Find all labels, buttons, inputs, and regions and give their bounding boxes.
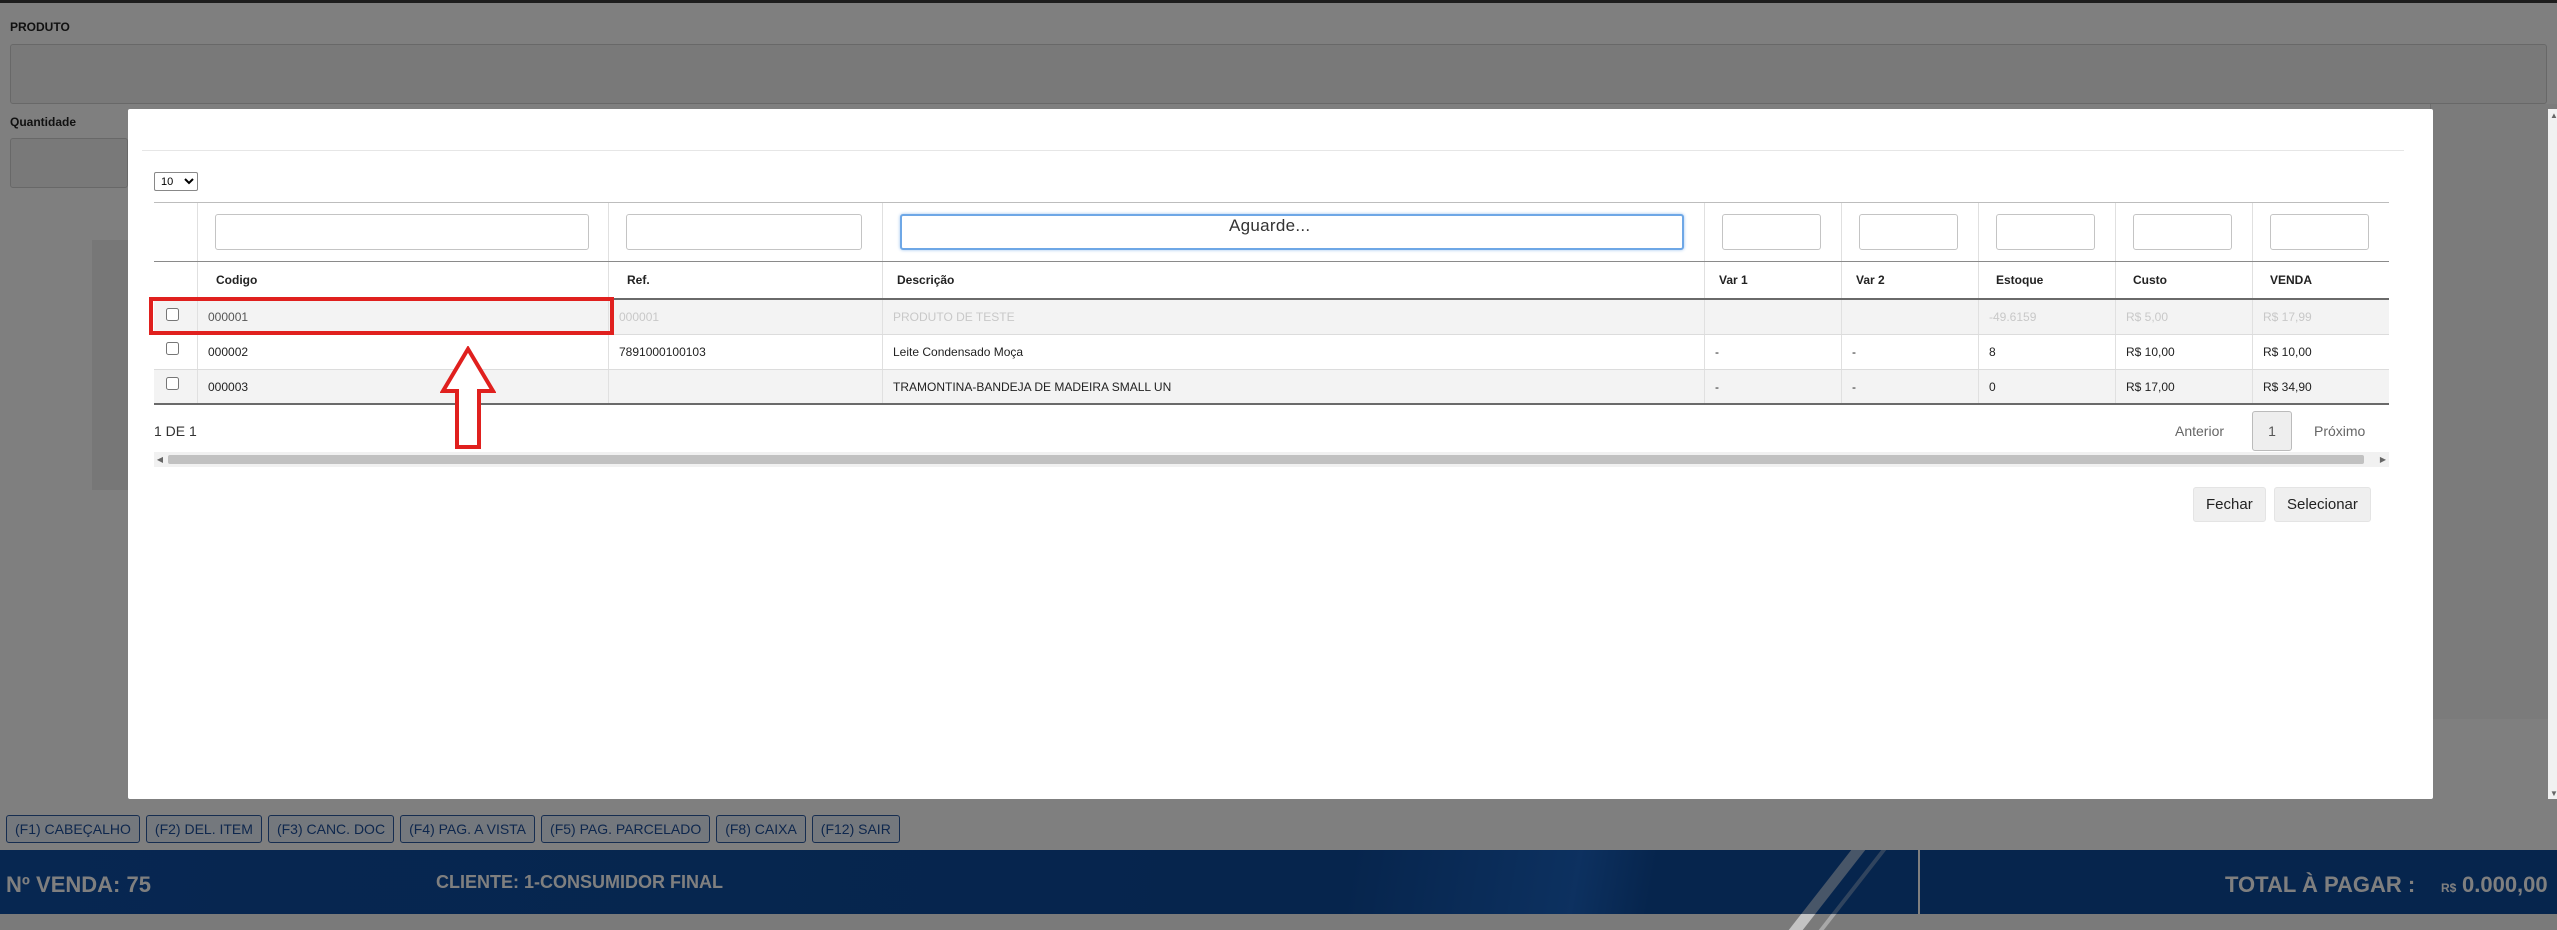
cell-estoque: 8: [1978, 335, 2115, 369]
vertical-scrollbar[interactable]: ▲ ▼: [2548, 109, 2557, 799]
cell-var2: -: [1841, 370, 1978, 403]
header-estoque[interactable]: Estoque: [1978, 262, 2115, 298]
fechar-button[interactable]: Fechar: [2193, 487, 2266, 522]
cell-custo: R$ 10,00: [2115, 335, 2252, 369]
cell-var1: -: [1704, 370, 1841, 403]
header-ref[interactable]: Ref.: [608, 262, 882, 298]
cell-venda: R$ 34,90: [2252, 370, 2389, 403]
row-checkbox[interactable]: [166, 342, 179, 355]
cell-var1: [1704, 300, 1841, 334]
loading-indicator: Aguarde...: [1229, 216, 1311, 235]
scroll-up-icon[interactable]: ▲: [2548, 109, 2557, 121]
scroll-left-icon[interactable]: ◀: [154, 452, 166, 467]
cell-var2: [1841, 300, 1978, 334]
cell-ref: [608, 370, 882, 403]
filter-estoque-input[interactable]: [1996, 214, 2095, 250]
page-size-select[interactable]: 10: [154, 172, 198, 191]
scroll-down-icon[interactable]: ▼: [2548, 787, 2557, 799]
modal-header-divider: [142, 150, 2404, 151]
header-codigo[interactable]: Codigo: [197, 262, 608, 298]
horizontal-scrollbar[interactable]: ◀ ▶: [154, 452, 2389, 467]
filter-ref-input[interactable]: [626, 214, 862, 250]
cell-ref: 7891000100103: [608, 335, 882, 369]
filter-var2-input[interactable]: [1859, 214, 1958, 250]
header-venda[interactable]: VENDA: [2252, 262, 2389, 298]
cell-estoque: 0: [1978, 370, 2115, 403]
header-var2[interactable]: Var 2: [1841, 262, 1978, 298]
row-checkbox[interactable]: [166, 377, 179, 390]
annotation-arrow-up-icon: [440, 346, 496, 449]
scrollbar-thumb[interactable]: [168, 455, 2364, 464]
selecionar-button[interactable]: Selecionar: [2274, 487, 2371, 522]
header-descricao[interactable]: Descrição: [882, 262, 1704, 298]
cell-venda: R$ 10,00: [2252, 335, 2389, 369]
header-var1[interactable]: Var 1: [1704, 262, 1841, 298]
filter-var1-input[interactable]: [1722, 214, 1821, 250]
cell-descricao: Leite Condensado Moça: [882, 335, 1704, 369]
annotation-highlight-box: [149, 297, 614, 335]
product-search-modal: 10 Codigo Ref. Descrição Var 1 Var 2 Est…: [128, 109, 2557, 799]
cell-descricao: PRODUTO DE TESTE: [882, 300, 1704, 334]
header-custo[interactable]: Custo: [2115, 262, 2252, 298]
cell-estoque: -49.6159: [1978, 300, 2115, 334]
cell-venda: R$ 17,99: [2252, 300, 2389, 334]
pagination-page-button[interactable]: 1: [2252, 411, 2292, 451]
grid-header: Codigo Ref. Descrição Var 1 Var 2 Estoqu…: [154, 262, 2389, 300]
cell-ref: 000001: [608, 300, 882, 334]
cell-custo: R$ 17,00: [2115, 370, 2252, 403]
filter-venda-input[interactable]: [2270, 214, 2369, 250]
pagination-prev-button[interactable]: Anterior: [2175, 423, 2224, 439]
filter-codigo-input[interactable]: [215, 214, 589, 250]
scroll-right-icon[interactable]: ▶: [2377, 452, 2389, 467]
filter-custo-input[interactable]: [2133, 214, 2232, 250]
pagination-info: 1 DE 1: [154, 423, 197, 439]
cell-var1: -: [1704, 335, 1841, 369]
cell-custo: R$ 5,00: [2115, 300, 2252, 334]
cell-codigo: 000003: [197, 370, 608, 403]
pagination-next-button[interactable]: Próximo: [2314, 423, 2365, 439]
cell-codigo: 000002: [197, 335, 608, 369]
cell-descricao: TRAMONTINA-BANDEJA DE MADEIRA SMALL UN: [882, 370, 1704, 403]
cell-var2: -: [1841, 335, 1978, 369]
